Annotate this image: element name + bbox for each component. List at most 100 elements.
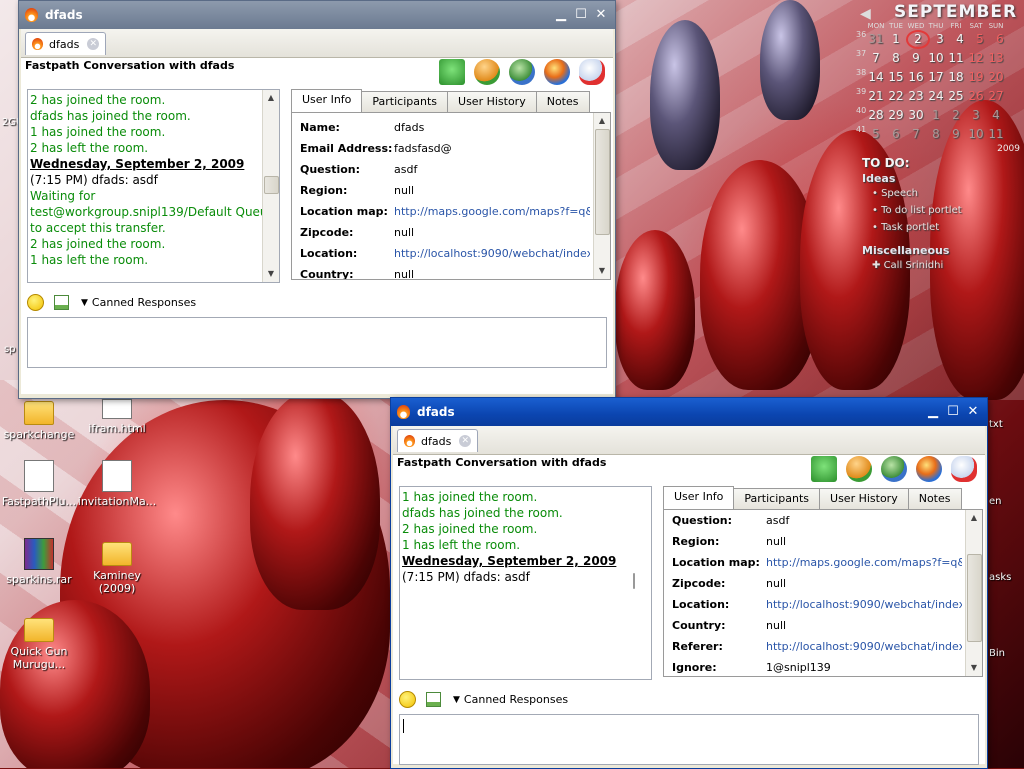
transcript-scrollbar[interactable]: ▲ ▼ [262, 90, 279, 282]
calendar-day[interactable]: 19 [966, 68, 986, 87]
calendar-day[interactable]: 23 [906, 87, 926, 106]
tab-participants[interactable]: Participants [733, 488, 821, 509]
calendar-day[interactable]: 13 [986, 49, 1006, 68]
calendar-day[interactable]: 2 [946, 106, 966, 125]
desktop-icon-ifram[interactable]: ifram.html [72, 395, 162, 435]
calendar-day[interactable]: 12 [966, 49, 986, 68]
close-tab-icon[interactable]: ✕ [459, 435, 472, 447]
calendar-day[interactable]: 26 [966, 87, 986, 106]
desktop-icon-invitationma[interactable]: invitationMa... [72, 460, 162, 508]
calendar-day[interactable]: 15 [886, 68, 906, 87]
chevron-down-icon[interactable]: ▼ [453, 695, 460, 705]
invite-user-icon[interactable] [846, 456, 872, 482]
calendar-day[interactable]: 1 [886, 30, 906, 49]
calendar-day[interactable]: 3 [966, 106, 986, 125]
calendar-day[interactable]: 14 [866, 68, 886, 87]
end-chat-icon[interactable] [951, 456, 977, 482]
scroll-down-icon[interactable]: ▼ [966, 660, 982, 676]
calendar-day[interactable]: 31 [866, 30, 886, 49]
calendar-day[interactable]: 21 [866, 87, 886, 106]
calendar-day[interactable]: 3 [930, 30, 950, 49]
calendar-day[interactable]: 7 [866, 49, 886, 68]
scroll-down-icon[interactable]: ▼ [594, 263, 610, 279]
calendar-day[interactable]: 28 [866, 106, 886, 125]
user-info-link[interactable]: http://localhost:9090/webchat/index.j... [766, 598, 962, 611]
transfer-user-icon[interactable] [509, 59, 535, 85]
co-browse-icon[interactable] [544, 59, 570, 85]
calendar-day[interactable]: 10 [926, 49, 946, 68]
scroll-thumb[interactable] [633, 573, 635, 589]
tab-user-history[interactable]: User History [447, 91, 537, 112]
calendar-day[interactable]: 20 [986, 68, 1006, 87]
close-button[interactable]: ✕ [965, 404, 981, 420]
window-titlebar[interactable]: dfads ▁ ☐ ✕ [19, 1, 615, 29]
desktop-icon-quick-gun[interactable]: Quick Gun Murugu... [0, 612, 84, 671]
transfer-icon[interactable] [439, 59, 465, 85]
user-info-link[interactable]: http://localhost:9090/webchat/index.j... [766, 640, 962, 653]
emoticon-icon[interactable] [399, 691, 416, 708]
window-titlebar[interactable]: dfads ▁ ☐ ✕ [391, 398, 987, 426]
calendar-day[interactable]: 2 [906, 30, 930, 49]
spell-check-icon[interactable] [426, 692, 441, 707]
chevron-down-icon[interactable]: ▼ [81, 298, 88, 308]
canned-responses-menu[interactable]: Canned Responses [92, 296, 196, 309]
info-scrollbar[interactable]: ▲ ▼ [593, 113, 610, 279]
scroll-thumb[interactable] [264, 176, 279, 194]
scroll-thumb[interactable] [595, 129, 610, 235]
calendar-day[interactable]: 22 [886, 87, 906, 106]
calendar-day[interactable]: 8 [886, 49, 906, 68]
tab-participants[interactable]: Participants [361, 91, 449, 112]
todo-item[interactable]: • Task portlet [862, 219, 1022, 236]
info-scrollbar[interactable]: ▲ ▼ [965, 510, 982, 676]
calendar-day[interactable]: 9 [906, 49, 926, 68]
calendar-day[interactable]: 10 [966, 125, 986, 144]
spell-check-icon[interactable] [54, 295, 69, 310]
calendar-day[interactable]: 5 [970, 30, 990, 49]
calendar-day[interactable]: 6 [886, 125, 906, 144]
calendar-day[interactable]: 27 [986, 87, 1006, 106]
calendar-day[interactable]: 16 [906, 68, 926, 87]
close-tab-icon[interactable]: ✕ [87, 38, 100, 50]
canned-responses-menu[interactable]: Canned Responses [464, 693, 568, 706]
calendar-day[interactable]: 6 [990, 30, 1010, 49]
end-chat-icon[interactable] [579, 59, 605, 85]
minimize-button[interactable]: ▁ [553, 7, 569, 23]
user-info-link[interactable]: http://localhost:9090/webchat/index.j... [394, 247, 590, 260]
scroll-thumb[interactable] [967, 554, 982, 642]
chat-transcript[interactable]: 2 has joined the room. dfads has joined t… [27, 89, 280, 283]
transcript-scrollbar[interactable] [633, 487, 651, 679]
calendar-day[interactable]: 30 [906, 106, 926, 125]
calendar-day[interactable]: 11 [946, 49, 966, 68]
conversation-tab[interactable]: dfads ✕ [25, 32, 107, 55]
calendar-day[interactable]: 8 [926, 125, 946, 144]
calendar-prev-icon[interactable]: ◀ [860, 6, 871, 22]
transfer-user-icon[interactable] [881, 456, 907, 482]
calendar-day[interactable]: 25 [946, 87, 966, 106]
co-browse-icon[interactable] [916, 456, 942, 482]
transfer-icon[interactable] [811, 456, 837, 482]
maximize-button[interactable]: ☐ [573, 7, 589, 23]
message-input[interactable] [27, 317, 607, 368]
minimize-button[interactable]: ▁ [925, 404, 941, 420]
calendar-day[interactable]: 5 [866, 125, 886, 144]
chat-transcript[interactable]: 1 has joined the room. dfads has joined t… [399, 486, 652, 680]
invite-user-icon[interactable] [474, 59, 500, 85]
scroll-down-icon[interactable]: ▼ [263, 266, 279, 282]
scroll-up-icon[interactable]: ▲ [263, 90, 279, 106]
todo-item[interactable]: • Speech [862, 185, 1022, 202]
scroll-up-icon[interactable]: ▲ [966, 510, 982, 526]
tab-user-history[interactable]: User History [819, 488, 909, 509]
user-info-link[interactable]: http://maps.google.com/maps?f=q&hl... [394, 205, 590, 218]
calendar-day[interactable]: 1 [926, 106, 946, 125]
scroll-up-icon[interactable]: ▲ [594, 113, 610, 129]
calendar-day[interactable]: 24 [926, 87, 946, 106]
calendar-day[interactable]: 11 [986, 125, 1006, 144]
calendar-day[interactable]: 4 [986, 106, 1006, 125]
calendar-day[interactable]: 29 [886, 106, 906, 125]
calendar-day[interactable]: 7 [906, 125, 926, 144]
close-button[interactable]: ✕ [593, 7, 609, 23]
maximize-button[interactable]: ☐ [945, 404, 961, 420]
tab-user-info[interactable]: User Info [663, 486, 735, 509]
calendar-day[interactable]: 18 [946, 68, 966, 87]
conversation-tab[interactable]: dfads ✕ [397, 429, 479, 452]
